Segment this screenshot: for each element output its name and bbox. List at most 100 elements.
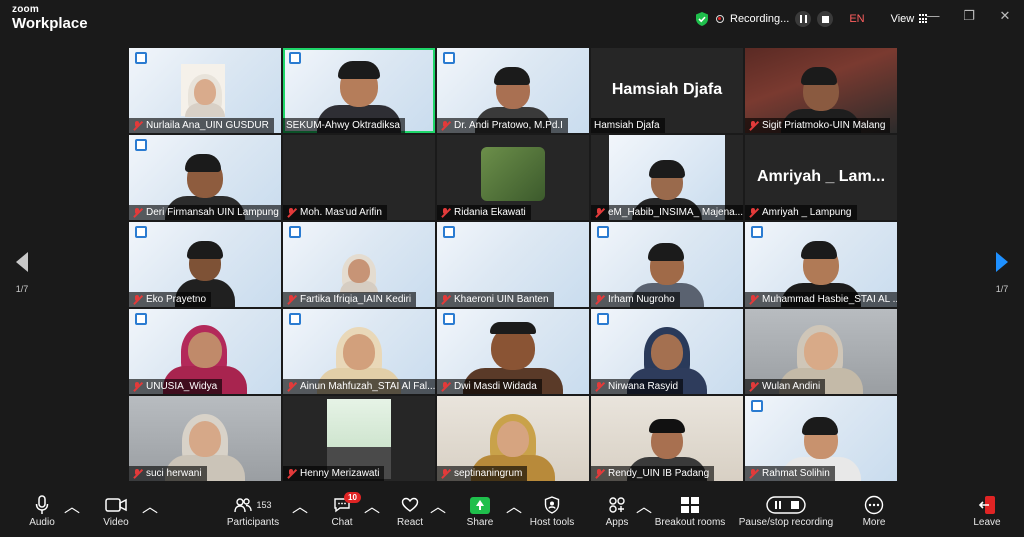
participant-tile[interactable]: Wulan Andini [745, 309, 897, 394]
video-button[interactable]: Video [96, 493, 136, 535]
mic-muted-icon [594, 294, 605, 305]
more-button[interactable]: More [858, 493, 890, 535]
participant-name: Nirwana Rasyid [608, 381, 679, 392]
pause-stop-recording-label: Pause/stop recording [738, 517, 834, 528]
breakout-rooms-label: Breakout rooms [654, 517, 726, 528]
mic-muted-icon [286, 294, 297, 305]
participant-tile[interactable]: Nurlaila Ana_UIN GUSDUR [129, 48, 281, 133]
apps-label: Apps [605, 517, 629, 528]
participant-name-bar: Moh. Mas'ud Arifin [283, 205, 387, 220]
participant-name: Nurlaila Ana_UIN GUSDUR [146, 120, 269, 131]
react-label: React [396, 517, 424, 528]
previous-page-button[interactable]: 1/7 [10, 252, 34, 294]
host-tools-shield-icon [544, 496, 560, 514]
chat-options-chevron-icon[interactable]: ︿ [364, 493, 380, 535]
chat-label: Chat [331, 517, 353, 528]
participant-name: Moh. Mas'ud Arifin [300, 207, 382, 218]
participant-tile-video-off[interactable]: Amriyah _ Lam... Amriyah _ Lampung [745, 135, 897, 220]
gallery-view: Nurlaila Ana_UIN GUSDUR SEKUM-Ahwy Oktra… [129, 48, 897, 481]
participant-name: Amriyah _ Lampung [762, 207, 852, 218]
pause-stop-recording-button[interactable]: Pause/stop recording [737, 493, 835, 535]
stop-recording-button[interactable] [817, 11, 834, 27]
participant-name-bar: Nurlaila Ana_UIN GUSDUR [129, 118, 274, 133]
breakout-rooms-icon [681, 497, 699, 513]
participants-button[interactable]: 153 Participants [222, 493, 284, 535]
participant-tile[interactable]: Deri Firmansah UIN Lampung [129, 135, 281, 220]
participant-tile[interactable]: suci herwani [129, 396, 281, 481]
share-screen-button[interactable]: Share [462, 493, 498, 535]
leave-door-icon [978, 496, 995, 514]
mic-muted-icon [132, 120, 143, 131]
participant-tile[interactable]: Irham Nugroho [591, 222, 743, 307]
arrow-left-icon [16, 252, 28, 272]
participant-tile[interactable]: Fartika Ifriqia_IAIN Kediri [283, 222, 435, 307]
participant-tile[interactable]: Sigit Priatmoko-UIN Malang [745, 48, 897, 133]
participant-name-bar: Sigit Priatmoko-UIN Malang [745, 118, 891, 133]
leave-meeting-button[interactable]: Leave [970, 493, 1004, 535]
breakout-rooms-button[interactable]: Breakout rooms [654, 493, 726, 535]
participant-tile[interactable]: Muhammad Hasbie_STAI AL ... [745, 222, 897, 307]
participant-name-bar: Hamsiah Djafa [591, 118, 665, 133]
audio-label: Audio [29, 517, 55, 528]
participant-tile-active-speaker[interactable]: SEKUM-Ahwy Oktradiksa [283, 48, 435, 133]
zoom-logo: zoom Workplace [12, 4, 88, 32]
restore-button[interactable]: ❐ [960, 8, 978, 24]
participant-name: SEKUM-Ahwy Oktradiksa [286, 120, 400, 131]
window-controls: — ❐ ✕ [924, 8, 1014, 24]
participant-tile[interactable]: Dwi Masdi Widada [437, 309, 589, 394]
share-options-chevron-icon[interactable]: ︿ [506, 493, 522, 535]
mic-muted-icon [594, 468, 605, 479]
participant-name-bar: UNUSIA_Widya [129, 379, 223, 394]
participant-name: Muhammad Hasbie_STAI AL ... [762, 294, 897, 305]
audio-button[interactable]: Audio [22, 493, 62, 535]
video-options-chevron-icon[interactable]: ︿ [142, 493, 158, 535]
meeting-toolbar: Audio ︿ Video ︿ 153 Participants ︿ 10 Ch… [0, 490, 1024, 537]
chat-button[interactable]: 10 Chat [322, 492, 362, 535]
brand-top: zoom [12, 4, 39, 15]
participant-tile-video-off[interactable]: Moh. Mas'ud Arifin [283, 135, 435, 220]
participants-label: Participants [226, 517, 280, 528]
participant-tile-video-off[interactable]: Ridania Ekawati [437, 135, 589, 220]
participant-name: Eko Prayetno [146, 294, 207, 305]
participants-options-chevron-icon[interactable]: ︿ [292, 493, 308, 535]
participant-tile-video-off[interactable]: Hamsiah Djafa Hamsiah Djafa [591, 48, 743, 133]
org-logo-icon [135, 52, 147, 64]
participant-tile[interactable]: Ainun Mahfuzah_STAI Al Fal... [283, 309, 435, 394]
audio-options-chevron-icon[interactable]: ︿ [64, 493, 80, 535]
participant-tile[interactable]: Dr. Andi Pratowo, M.Pd.I [437, 48, 589, 133]
participant-name: Wulan Andini [762, 381, 821, 392]
react-button[interactable]: React [390, 493, 430, 535]
language-interpretation-button[interactable]: EN [849, 13, 864, 25]
participant-tile[interactable]: Nirwana Rasyid [591, 309, 743, 394]
apps-icon [609, 497, 625, 513]
participant-tile[interactable]: UNUSIA_Widya [129, 309, 281, 394]
participant-tile[interactable]: Rendy_UIN IB Padang [591, 396, 743, 481]
participant-tile[interactable]: Khaeroni UIN Banten [437, 222, 589, 307]
react-options-chevron-icon[interactable]: ︿ [430, 493, 446, 535]
mic-muted-icon [440, 381, 451, 392]
host-tools-button[interactable]: Host tools [526, 493, 578, 535]
heart-icon [401, 497, 419, 512]
share-screen-icon [470, 496, 490, 514]
participant-name-bar: Khaeroni UIN Banten [437, 292, 554, 307]
recording-dot-icon [716, 15, 724, 23]
participant-name: eM_Habib_INSIMA_ Majena... [608, 207, 743, 218]
participant-name-bar: Muhammad Hasbie_STAI AL ... [745, 292, 897, 307]
apps-button[interactable]: Apps [600, 493, 634, 535]
mic-muted-icon [594, 381, 605, 392]
participant-tile[interactable]: eM_Habib_INSIMA_ Majena... [591, 135, 743, 220]
apps-options-chevron-icon[interactable]: ︿ [636, 493, 652, 535]
next-page-button[interactable]: 1/7 [990, 252, 1014, 294]
participant-name-bar: Rahmat Solihin [745, 466, 835, 481]
participant-tile[interactable]: Rahmat Solihin [745, 396, 897, 481]
participant-name: UNUSIA_Widya [146, 381, 218, 392]
participant-tile[interactable]: Henny Merizawati [283, 396, 435, 481]
participant-tile[interactable]: septinaningrum [437, 396, 589, 481]
mic-muted-icon [286, 207, 297, 218]
pause-recording-button[interactable] [795, 11, 812, 27]
participant-tile[interactable]: Eko Prayetno [129, 222, 281, 307]
minimize-button[interactable]: — [924, 8, 942, 24]
encryption-shield-icon[interactable] [694, 11, 710, 27]
mic-muted-icon [748, 294, 759, 305]
close-button[interactable]: ✕ [996, 8, 1014, 24]
